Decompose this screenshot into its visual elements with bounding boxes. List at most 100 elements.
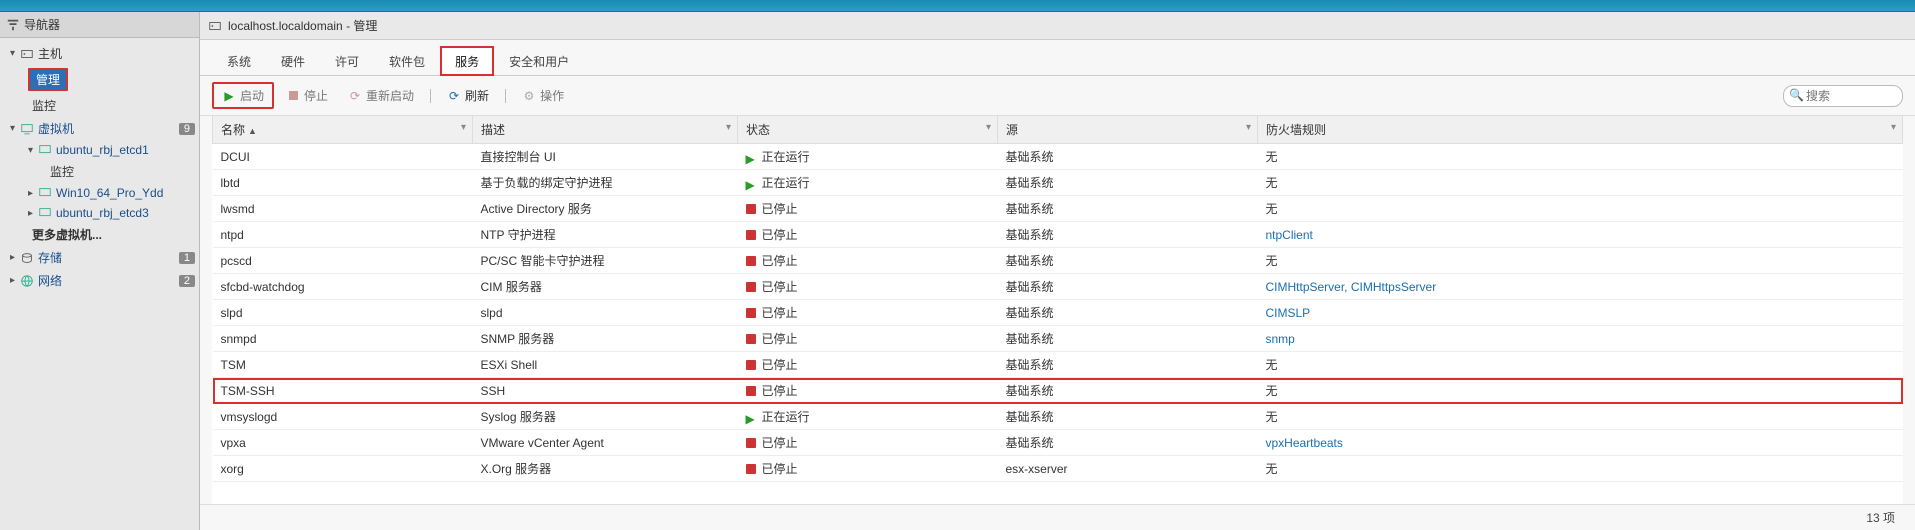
nav-vm-1-monitor[interactable]: 监控: [0, 160, 199, 183]
table-row[interactable]: sfcbd-watchdogCIM 服务器已停止基础系统CIMHttpServe…: [213, 274, 1903, 300]
expand-icon[interactable]: ▸: [10, 275, 20, 286]
cell-name: DCUI: [213, 144, 473, 170]
nav-host-monitor-label: 监控: [32, 97, 195, 114]
chevron-down-icon[interactable]: ▾: [1891, 122, 1896, 133]
refresh-button[interactable]: ⟳ 刷新: [439, 84, 497, 107]
cell-source: 基础系统: [998, 378, 1258, 404]
firewall-link[interactable]: vpxHeartbeats: [1266, 436, 1343, 450]
cell-desc: X.Org 服务器: [473, 456, 738, 482]
nav-host-manage[interactable]: 管理: [0, 65, 199, 94]
table-row[interactable]: lbtd基于负载的绑定守护进程▶正在运行基础系统无: [213, 170, 1903, 196]
cell-status: 已停止: [738, 222, 998, 248]
cell-firewall: snmp: [1258, 326, 1903, 352]
vm-icon: [38, 206, 52, 220]
chevron-down-icon[interactable]: ▾: [726, 122, 731, 133]
nav-vm-1[interactable]: ▾ ubuntu_rbj_etcd1: [0, 140, 199, 160]
chevron-down-icon[interactable]: ▾: [1246, 122, 1251, 133]
firewall-link[interactable]: ntpClient: [1266, 228, 1313, 242]
col-desc[interactable]: 描述▾: [473, 116, 738, 144]
navigator-sidebar: 导航器 ▾ 主机 管理 监控 ▾: [0, 12, 200, 530]
content-header: localhost.localdomain - 管理: [200, 12, 1915, 40]
nav-network-label: 网络: [38, 272, 179, 289]
table-row[interactable]: lwsmdActive Directory 服务已停止基础系统无: [213, 196, 1903, 222]
nav-vm-2-label: Win10_64_Pro_Ydd: [56, 186, 195, 200]
app-root: 导航器 ▾ 主机 管理 监控 ▾: [0, 0, 1915, 530]
actions-label: 操作: [540, 87, 564, 104]
cell-desc: 直接控制台 UI: [473, 144, 738, 170]
nav-more-vms[interactable]: 更多虚拟机...: [0, 223, 199, 246]
table-row[interactable]: slpdslpd已停止基础系统CIMSLP: [213, 300, 1903, 326]
storage-count-badge: 1: [179, 252, 195, 264]
col-status[interactable]: 状态▾: [738, 116, 998, 144]
cell-firewall: CIMHttpServer, CIMHttpsServer: [1258, 274, 1903, 300]
sort-asc-icon: ▲: [248, 126, 257, 136]
collapse-icon[interactable]: ▾: [28, 145, 38, 156]
firewall-link[interactable]: snmp: [1266, 332, 1295, 346]
actions-button[interactable]: ⚙ 操作: [514, 84, 572, 107]
cell-name: snmpd: [213, 326, 473, 352]
cell-desc: Syslog 服务器: [473, 404, 738, 430]
play-icon: ▶: [746, 152, 756, 162]
stop-icon: [746, 308, 756, 318]
tab-license[interactable]: 许可: [320, 46, 374, 76]
cell-firewall: 无: [1258, 170, 1903, 196]
col-name[interactable]: 名称▲▾: [213, 116, 473, 144]
tab-system[interactable]: 系统: [212, 46, 266, 76]
collapse-icon[interactable]: ▾: [10, 123, 20, 134]
cell-desc: PC/SC 智能卡守护进程: [473, 248, 738, 274]
cell-status: 已停止: [738, 300, 998, 326]
vm-icon: [38, 143, 52, 157]
table-row[interactable]: snmpdSNMP 服务器已停止基础系统snmp: [213, 326, 1903, 352]
table-row[interactable]: pcscdPC/SC 智能卡守护进程已停止基础系统无: [213, 248, 1903, 274]
chevron-down-icon[interactable]: ▾: [986, 122, 991, 133]
main-layout: 导航器 ▾ 主机 管理 监控 ▾: [0, 12, 1915, 530]
firewall-link[interactable]: CIMHttpServer, CIMHttpsServer: [1266, 280, 1437, 294]
content-pane: localhost.localdomain - 管理 系统 硬件 许可 软件包 …: [200, 12, 1915, 530]
col-firewall[interactable]: 防火墙规则▾: [1258, 116, 1903, 144]
tab-security-users[interactable]: 安全和用户: [494, 46, 584, 76]
col-source[interactable]: 源▾: [998, 116, 1258, 144]
tab-services[interactable]: 服务: [440, 46, 494, 76]
firewall-link[interactable]: CIMSLP: [1266, 306, 1311, 320]
restart-button[interactable]: ⟳ 重新启动: [340, 84, 422, 107]
table-row[interactable]: TSM-SSHSSH已停止基础系统无: [213, 378, 1903, 404]
tab-packages[interactable]: 软件包: [374, 46, 440, 76]
table-row[interactable]: xorgX.Org 服务器已停止esx-xserver无: [213, 456, 1903, 482]
nav-storage[interactable]: ▸ 存储 1: [0, 246, 199, 269]
cell-name: sfcbd-watchdog: [213, 274, 473, 300]
expand-icon[interactable]: ▸: [28, 188, 38, 199]
stop-icon: [746, 386, 756, 396]
nav-vm-1-label: ubuntu_rbj_etcd1: [56, 143, 195, 157]
start-button[interactable]: ▶ 启动: [212, 82, 274, 109]
expand-icon[interactable]: ▸: [28, 208, 38, 219]
nav-vm-2[interactable]: ▸ Win10_64_Pro_Ydd: [0, 183, 199, 203]
table-row[interactable]: ntpdNTP 守护进程已停止基础系统ntpClient: [213, 222, 1903, 248]
cell-desc: ESXi Shell: [473, 352, 738, 378]
table-row[interactable]: vpxaVMware vCenter Agent已停止基础系统vpxHeartb…: [213, 430, 1903, 456]
cell-name: TSM-SSH: [213, 378, 473, 404]
table-row[interactable]: TSMESXi Shell已停止基础系统无: [213, 352, 1903, 378]
cell-source: 基础系统: [998, 144, 1258, 170]
nav-host[interactable]: ▾ 主机: [0, 42, 199, 65]
tab-hardware[interactable]: 硬件: [266, 46, 320, 76]
collapse-icon[interactable]: ▾: [10, 48, 20, 59]
chevron-down-icon[interactable]: ▾: [461, 122, 466, 133]
stop-button[interactable]: 停止: [278, 84, 336, 107]
cell-firewall: 无: [1258, 456, 1903, 482]
stop-label: 停止: [304, 87, 328, 104]
nav-vms[interactable]: ▾ 虚拟机 9: [0, 117, 199, 140]
cell-name: pcscd: [213, 248, 473, 274]
table-row[interactable]: DCUI直接控制台 UI▶正在运行基础系统无: [213, 144, 1903, 170]
cell-name: lwsmd: [213, 196, 473, 222]
nav-host-monitor[interactable]: 监控: [0, 94, 199, 117]
expand-icon[interactable]: ▸: [10, 252, 20, 263]
nav-vm-1-monitor-label: 监控: [50, 163, 195, 180]
cell-source: 基础系统: [998, 326, 1258, 352]
nav-vm-3[interactable]: ▸ ubuntu_rbj_etcd3: [0, 203, 199, 223]
services-table-wrap[interactable]: 名称▲▾ 描述▾ 状态▾ 源▾ 防火墙规则▾ DCUI直接控制台 UI▶正在运行…: [212, 116, 1903, 504]
cell-firewall: 无: [1258, 196, 1903, 222]
nav-network[interactable]: ▸ 网络 2: [0, 269, 199, 292]
cell-status: 已停止: [738, 196, 998, 222]
table-row[interactable]: vmsyslogdSyslog 服务器▶正在运行基础系统无: [213, 404, 1903, 430]
stop-icon: [286, 89, 300, 103]
